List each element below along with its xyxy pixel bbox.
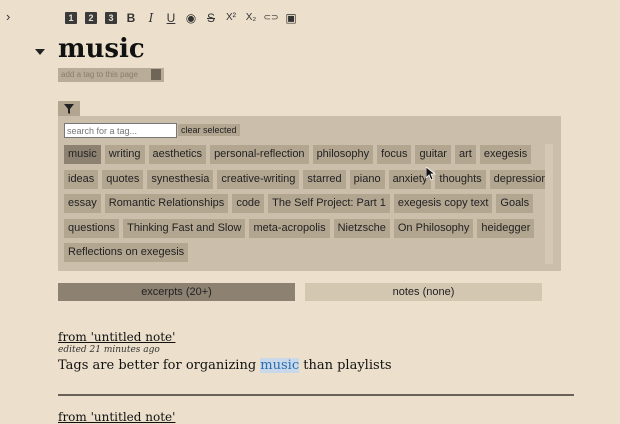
underline-icon-glyph: U	[166, 10, 176, 25]
hide-icon-glyph: ◉	[185, 10, 197, 25]
image-icon-glyph: ▣	[285, 10, 297, 25]
tag-chip[interactable]: anxiety	[388, 169, 432, 189]
tag-chip[interactable]: creative-writing	[217, 169, 300, 189]
tag-chip[interactable]: heidegger	[477, 218, 535, 238]
tag-chip[interactable]: philosophy	[312, 145, 374, 164]
tag-chip[interactable]: meta-acropolis	[249, 218, 330, 238]
superscript-icon-glyph: X²	[226, 12, 236, 23]
tag-chip[interactable]: On Philosophy	[393, 218, 474, 238]
tag-row: questions Thinking Fast and Slow meta-acro…	[64, 218, 548, 238]
sidebar-toggle-chevron-icon[interactable]: ›	[6, 9, 10, 24]
filter-icon	[64, 103, 74, 114]
tag-chip[interactable]: quotes	[102, 169, 144, 189]
tag-chip[interactable]: Nietzsche	[333, 218, 390, 238]
tag-list-scrollbar[interactable]	[545, 144, 553, 264]
note-divider	[58, 394, 574, 396]
tag-chip[interactable]: The Self Project: Part 1	[268, 194, 390, 213]
tag-chip[interactable]: art	[454, 145, 476, 164]
tag-chip[interactable]: thoughts	[435, 169, 486, 189]
heading-1-icon[interactable]: 1	[61, 9, 81, 26]
tag-chip[interactable]: questions	[64, 218, 120, 238]
filter-button[interactable]	[58, 101, 80, 116]
tag-chip[interactable]: music	[64, 145, 101, 164]
strikethrough-icon-glyph: S	[206, 10, 215, 25]
tag-row: ideas quotes synesthesia creative-writing st…	[64, 169, 552, 189]
heading-3-icon-glyph: 3	[105, 11, 117, 24]
heading-1-icon-glyph: 1	[65, 11, 77, 24]
tag-chip[interactable]: essay	[64, 194, 101, 213]
note-edited-time: edited 21 minutes ago	[58, 345, 160, 355]
heading-3-icon[interactable]: 3	[101, 9, 121, 26]
underline-icon[interactable]: U	[161, 9, 181, 26]
mouse-cursor-icon	[426, 167, 436, 181]
clear-selected-button[interactable]: clear selected	[178, 124, 240, 136]
tab-notes[interactable]: notes (none)	[305, 283, 542, 301]
tag-chip[interactable]: aesthetics	[148, 145, 207, 164]
tag-chip[interactable]: piano	[349, 169, 385, 189]
bold-icon-glyph: B	[126, 10, 136, 25]
italic-icon-glyph: I	[148, 10, 154, 25]
tag-chip[interactable]: starred	[303, 169, 346, 189]
collapse-triangle-icon[interactable]	[35, 49, 45, 55]
tag-chip[interactable]: Romantic Relationships	[104, 194, 229, 213]
note-source-link[interactable]: from 'untitled note'	[58, 410, 175, 424]
tag-row: essay Romantic Relationships code The Self …	[64, 194, 548, 213]
hide-icon[interactable]: ◉	[181, 9, 201, 26]
add-tag-placeholder: add a tag to this page	[61, 70, 138, 79]
link-icon[interactable]: ⊂⊃	[261, 9, 281, 26]
link-icon-glyph: ⊂⊃	[263, 12, 279, 22]
tag-chip[interactable]: synesthesia	[147, 169, 214, 189]
tag-search-input[interactable]	[64, 123, 177, 138]
tag-chip[interactable]: Goals	[496, 194, 534, 213]
add-tag-input[interactable]: add a tag to this page	[58, 68, 164, 82]
tag-icon[interactable]	[151, 69, 161, 80]
strikethrough-icon[interactable]: S	[201, 9, 221, 26]
tag-chip[interactable]: guitar	[415, 145, 451, 164]
tag-filter-panel: clear selected musicwritingaestheticsper…	[58, 116, 561, 271]
page-title[interactable]: music	[58, 34, 145, 64]
tag-chip[interactable]: Thinking Fast and Slow	[123, 218, 246, 238]
tag-chip[interactable]: personal-reflection	[210, 145, 309, 164]
tag-chip[interactable]: exegesis	[479, 145, 532, 164]
heading-2-icon-glyph: 2	[85, 11, 97, 24]
bold-icon[interactable]: B	[121, 9, 141, 26]
note-highlight-tag[interactable]: music	[260, 358, 300, 373]
tag-chip[interactable]: code	[232, 194, 265, 213]
tag-chip[interactable]: depression	[489, 169, 552, 189]
subscript-icon[interactable]: X₂	[241, 9, 261, 26]
tag-list: music writing aesthetics personal-reflectio…	[64, 145, 552, 268]
italic-icon[interactable]: I	[141, 9, 161, 26]
tag-chip[interactable]: ideas	[64, 169, 99, 189]
tag-row: music writing aesthetics personal-reflectio…	[64, 145, 548, 164]
note-text: Tags are better for organizing music tha…	[58, 358, 392, 373]
formatting-toolbar: 1 2 3 B I U ◉ S X² X₂ ⊂⊃ ▣	[61, 9, 301, 26]
heading-2-icon[interactable]: 2	[81, 9, 101, 26]
note-text-before: Tags are better for organizing	[58, 358, 261, 373]
tag-chip[interactable]: exegesis copy text	[393, 194, 493, 213]
tag-chip[interactable]: focus	[377, 145, 412, 164]
superscript-icon[interactable]: X²	[221, 9, 241, 26]
tag-row: Reflections on exegesis	[64, 243, 548, 262]
tab-excerpts[interactable]: excerpts (20+)	[58, 283, 295, 301]
subscript-icon-glyph: X₂	[245, 12, 257, 23]
note-text-after: than playlists	[299, 358, 392, 373]
tag-chip[interactable]: writing	[104, 145, 145, 164]
image-icon[interactable]: ▣	[281, 9, 301, 26]
note-source-link[interactable]: from 'untitled note'	[58, 330, 175, 344]
tag-chip[interactable]: Reflections on exegesis	[64, 243, 189, 262]
